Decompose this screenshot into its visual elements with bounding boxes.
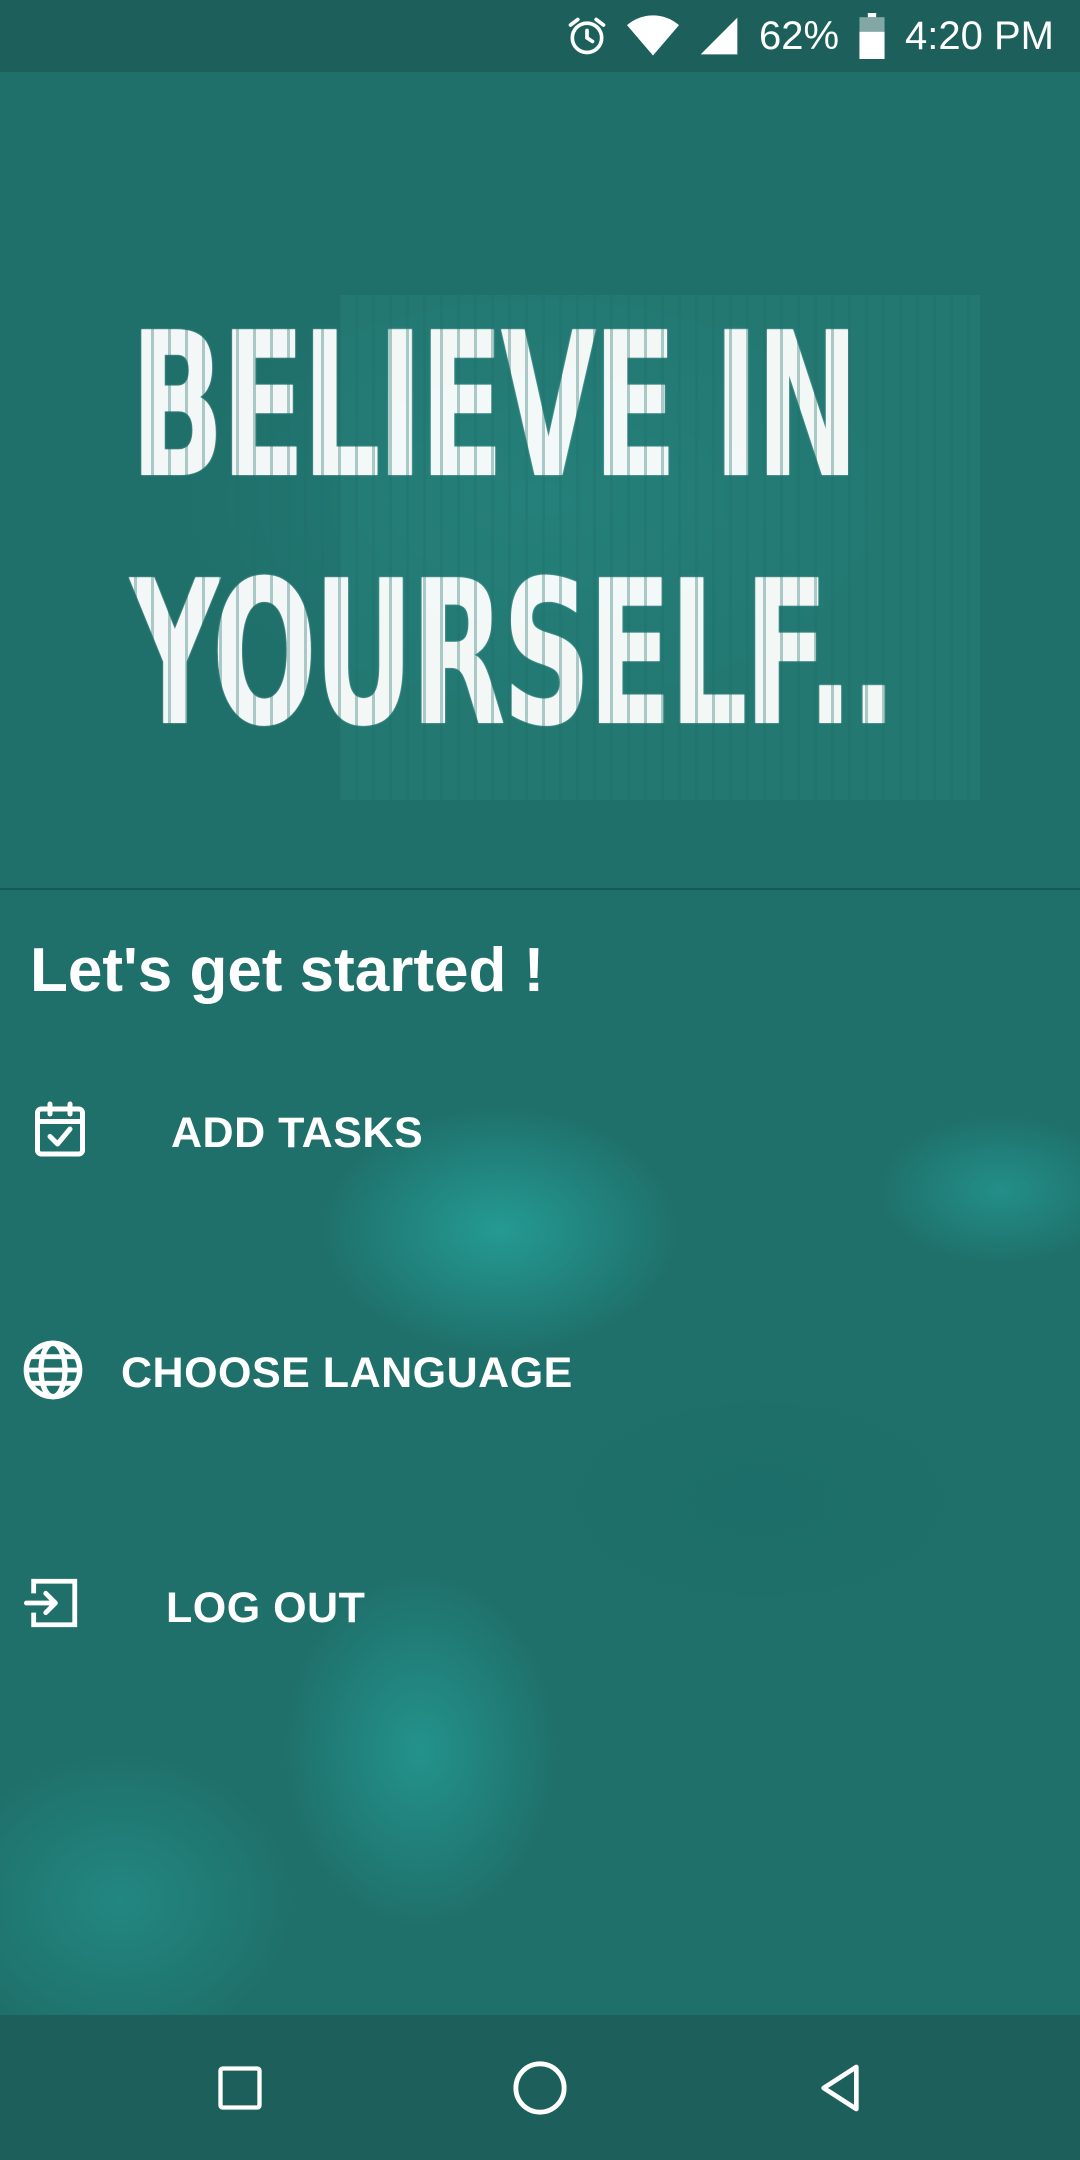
battery-percentage: 62% <box>758 13 840 58</box>
home-button[interactable] <box>470 2015 610 2160</box>
choose-language-label: CHOOSE LANGUAGE <box>121 1349 573 1397</box>
back-button[interactable] <box>770 2015 910 2160</box>
globe-icon <box>23 1340 83 1400</box>
back-triangle-icon <box>821 2064 859 2111</box>
calendar-check-icon <box>35 1101 85 1157</box>
navigation-bar <box>0 2015 1080 2160</box>
log-out-label: LOG OUT <box>166 1584 366 1632</box>
poster-text-line-1: BELIEVE IN <box>130 290 859 523</box>
battery-icon <box>859 13 885 59</box>
recents-button[interactable] <box>170 2015 310 2160</box>
recents-square-icon <box>218 2065 262 2110</box>
clock-time: 4:20 PM <box>905 13 1054 58</box>
home-circle-icon <box>513 2060 567 2115</box>
believe-in-yourself-poster: BELIEVE IN YOURSELF.. <box>120 295 980 800</box>
section-divider <box>0 888 1080 890</box>
alarm-icon <box>568 17 606 55</box>
poster-text-line-2: YOURSELF.. <box>130 538 897 771</box>
status-bar: 62% 4:20 PM <box>0 0 1080 72</box>
add-tasks-label: ADD TASKS <box>171 1109 424 1157</box>
logout-icon <box>24 1578 78 1628</box>
page-heading: Let's get started ! <box>30 936 545 1005</box>
wifi-icon <box>626 15 679 56</box>
signal-icon <box>700 17 738 55</box>
